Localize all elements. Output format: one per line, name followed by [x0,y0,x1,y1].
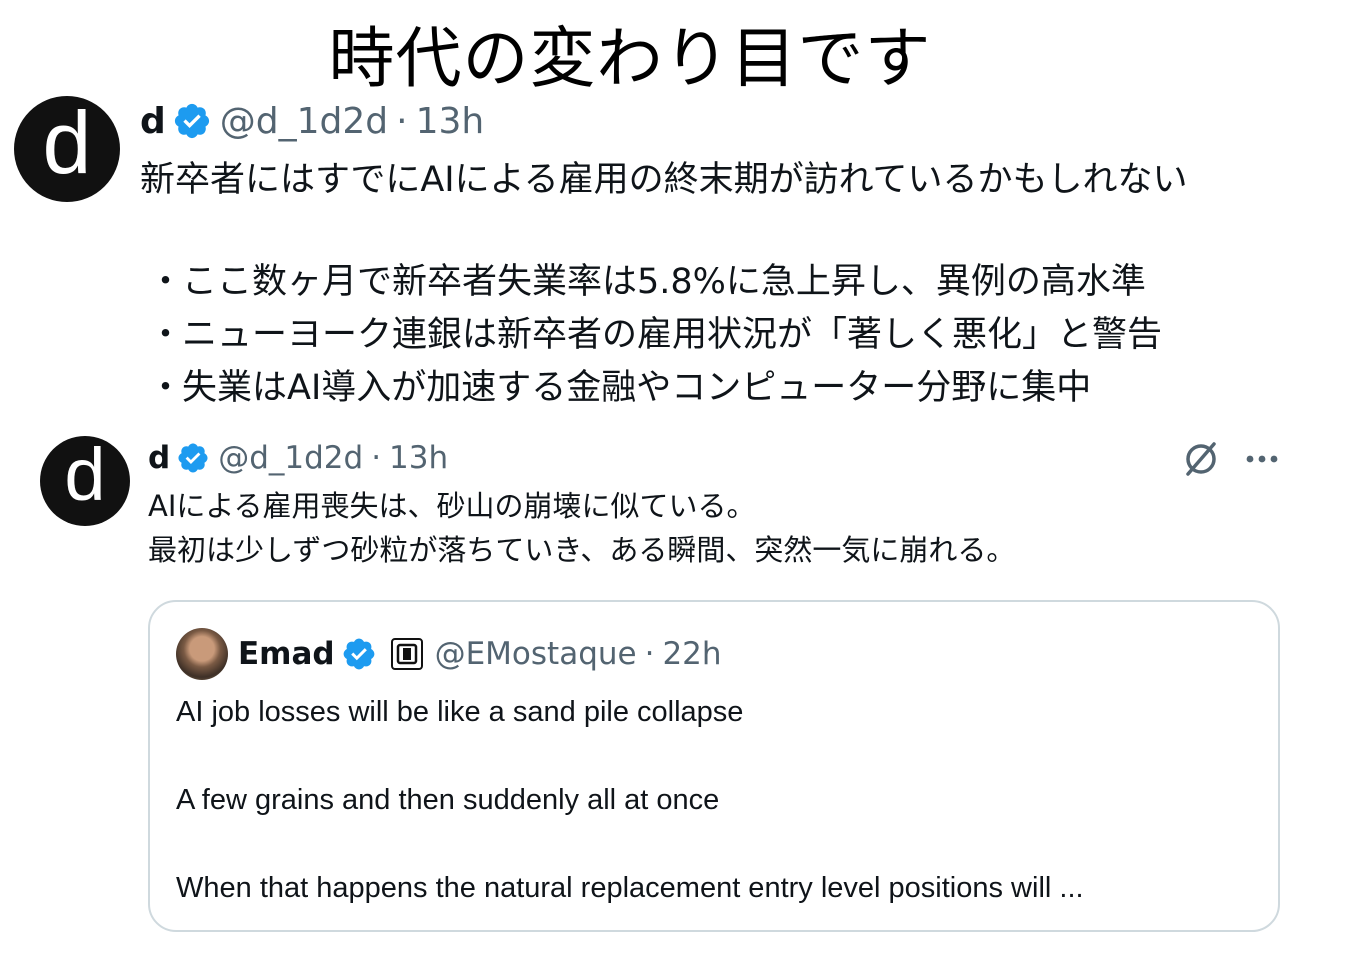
tweet-text: AIによる雇用喪失は、砂山の崩壊に似ている。 最初は少しずつ砂粒が落ちていき、あ… [148,484,1015,572]
author-name[interactable]: d [140,101,166,142]
tweet-text: 新卒者にはすでにAIによる雇用の終末期が訪れているかもしれない [140,160,1188,200]
list-item: ・ニューヨーク連銀は新卒者の雇用状況が「著しく悪化」と警告 [148,309,1162,362]
author-handle[interactable]: @d_1d2d [218,440,363,476]
bullet-text: ニューヨーク連銀は新卒者の雇用状況が「著しく悪化」と警告 [182,315,1163,355]
quote-line: When that happens the natural replacemen… [176,872,1084,904]
separator: · [371,440,382,476]
avatar[interactable]: d [14,96,120,202]
avatar-letter: d [64,433,106,516]
separator: · [396,100,408,142]
author-name[interactable]: Emad [238,636,335,672]
list-item: ・失業はAI導入が加速する金融やコンピューター分野に集中 [148,362,1162,415]
bullet-marker: ・ [148,368,184,408]
caption-title: 時代の変わり目です [328,20,932,97]
tweet-header: d @d_1d2d · 13h [148,438,448,478]
verified-badge-icon [172,101,212,141]
bullet-text: ここ数ヶ月で新卒者失業率は5.8%に急上昇し、異例の高水準 [182,262,1146,302]
separator: · [644,636,655,672]
timestamp[interactable]: 13h [389,440,448,476]
bullet-marker: ・ [148,262,184,302]
affiliate-badge-icon [390,638,423,670]
quote-line: AI job losses will be like a sand pile c… [176,696,744,728]
timestamp[interactable]: 22h [662,636,721,672]
tweet-header: d @d_1d2d · 13h [140,98,484,144]
bullet-list: ・ここ数ヶ月で新卒者失業率は5.8%に急上昇し、異例の高水準 ・ニューヨーク連銀… [148,256,1162,415]
tweet-line: AIによる雇用喪失は、砂山の崩壊に似ている。 [148,489,756,523]
verified-badge-icon [176,441,210,475]
avatar[interactable] [176,628,228,680]
avatar-letter: d [42,93,92,192]
quote-line: A few grains and then suddenly all at on… [176,784,720,816]
author-handle[interactable]: @EMostaque [435,636,637,672]
quote-text: AI job losses will be like a sand pile c… [176,690,1084,910]
tweet-line: 最初は少しずつ砂粒が落ちていき、ある瞬間、突然一気に崩れる。 [148,533,1016,567]
author-handle[interactable]: @d_1d2d [220,101,388,142]
author-name[interactable]: d [148,440,170,476]
bullet-text: 失業はAI導入が加速する金融やコンピューター分野に集中 [182,368,1092,408]
grok-icon[interactable] [1180,438,1222,480]
list-item: ・ここ数ヶ月で新卒者失業率は5.8%に急上昇し、異例の高水準 [148,256,1162,309]
verified-badge-icon [341,636,377,672]
timestamp[interactable]: 13h [416,101,485,142]
quote-header: Emad @EMostaque · 22h [238,632,722,676]
avatar[interactable]: d [40,436,130,526]
more-icon[interactable] [1240,438,1284,480]
bullet-marker: ・ [148,315,184,355]
quote-tweet-card[interactable]: Emad @EMostaque · 22h AI job losses will… [148,600,1280,932]
